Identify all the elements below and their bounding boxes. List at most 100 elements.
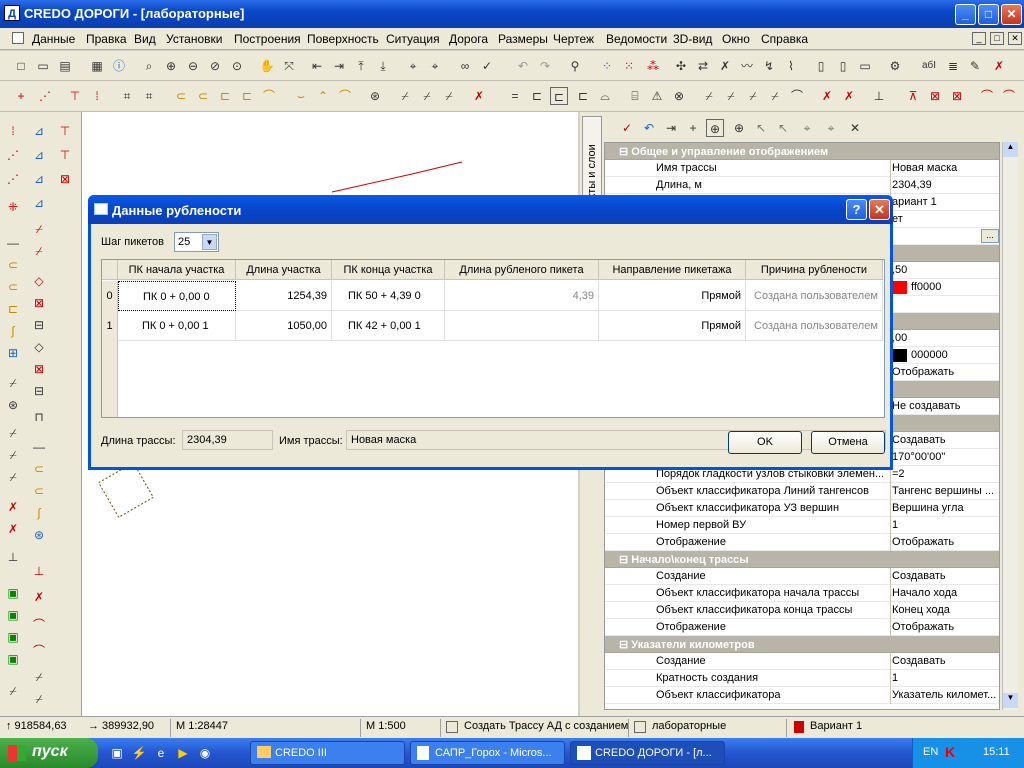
left-tool-35-icon[interactable]: ⊟ bbox=[30, 382, 48, 400]
language-indicator[interactable]: EN bbox=[923, 746, 938, 758]
property-value[interactable]: ff0000 bbox=[911, 281, 999, 293]
left-tool-7-icon[interactable]: ⊂ bbox=[4, 278, 22, 296]
point-table-icon[interactable]: ⊤ bbox=[66, 87, 84, 105]
tool-a-icon[interactable]: ⊼ bbox=[904, 87, 922, 105]
ie-icon[interactable]: e bbox=[152, 744, 170, 762]
left-tool-49-icon[interactable]: ⊤ bbox=[56, 146, 74, 164]
left-tool-21-icon[interactable]: ▣ bbox=[4, 628, 22, 646]
cell-pk-start[interactable]: ПК 0 + 0,00 0 bbox=[118, 281, 236, 311]
pan-icon[interactable]: ✋ bbox=[258, 57, 276, 75]
media-icon[interactable]: ▶ bbox=[174, 744, 192, 762]
arrow-left-icon[interactable]: ⇤ bbox=[308, 57, 326, 75]
col-header-pk-end[interactable]: ПК конца участка bbox=[332, 260, 445, 280]
left-tool-6-icon[interactable]: ⊂ bbox=[4, 256, 22, 274]
menu-3d[interactable]: 3D-вид bbox=[673, 32, 712, 46]
left-tool-41-icon[interactable]: ⊛ bbox=[30, 526, 48, 544]
menu-drawing[interactable]: Чертеж bbox=[553, 32, 594, 46]
task-credo-roads[interactable]: CREDO ДОРОГИ - [л... bbox=[570, 741, 725, 765]
left-tool-17-icon[interactable]: ✗ bbox=[4, 520, 22, 538]
col-header-direction[interactable]: Направление пикетажа bbox=[599, 260, 746, 280]
cell-direction[interactable]: Прямой bbox=[599, 311, 746, 341]
dialog-close-button[interactable]: ✕ bbox=[869, 199, 890, 220]
list-icon[interactable]: ≣ bbox=[944, 57, 962, 75]
menu-situation[interactable]: Ситуация bbox=[386, 32, 440, 46]
pin2-icon[interactable]: ⌖ bbox=[426, 57, 444, 75]
left-tool-31-icon[interactable]: ⊠ bbox=[30, 294, 48, 312]
property-group[interactable]: ⊟ Указатели километров bbox=[605, 636, 999, 653]
vertex-icon[interactable]: ⌗ bbox=[118, 87, 136, 105]
property-value[interactable]: 1 bbox=[892, 519, 999, 531]
chevron-down-icon[interactable]: ▼ bbox=[202, 234, 217, 250]
property-row[interactable]: Кратность создания 1 bbox=[605, 670, 999, 687]
property-value[interactable]: 2304,39 bbox=[892, 179, 999, 191]
left-tool-9-icon[interactable]: ∫ bbox=[4, 322, 22, 340]
left-tool-13-icon[interactable]: ⌿ bbox=[4, 424, 22, 442]
info-icon[interactable]: ⓘ bbox=[110, 57, 128, 75]
property-value[interactable]: Новая маска bbox=[892, 162, 999, 174]
draw2-icon[interactable]: ⌿ bbox=[722, 87, 740, 105]
curve2-icon[interactable]: ↯ bbox=[760, 57, 778, 75]
menu-dimensions[interactable]: Размеры bbox=[498, 32, 548, 46]
task-word[interactable]: САПР_Горох - Micros... bbox=[410, 741, 565, 765]
menu-edit[interactable]: Правка bbox=[86, 32, 127, 46]
property-value[interactable]: Создавать bbox=[892, 434, 999, 446]
help-button[interactable]: ? bbox=[846, 199, 867, 220]
vertical-scrollbar[interactable]: ▲ ▼ bbox=[1002, 142, 1018, 710]
left-tool-11-icon[interactable]: ⌿ bbox=[4, 374, 22, 392]
property-row[interactable]: Создание Создавать bbox=[605, 568, 999, 585]
left-tool-12-icon[interactable]: ⊛ bbox=[4, 396, 22, 414]
node3-icon[interactable]: ✗ bbox=[716, 57, 734, 75]
cell-cut-length[interactable]: 4,39 bbox=[445, 281, 599, 311]
zoom-window-icon[interactable]: ⌕ bbox=[140, 57, 158, 75]
curve-b-icon[interactable]: ⌃ bbox=[314, 87, 332, 105]
mdi-restore-icon[interactable]: □ bbox=[990, 32, 1004, 45]
left-tool-40-icon[interactable]: ∫ bbox=[30, 504, 48, 522]
property-value[interactable]: Указатель километ... bbox=[892, 689, 999, 701]
cancel-button[interactable]: Отмена bbox=[811, 431, 885, 454]
property-value[interactable]: Отображать bbox=[892, 621, 999, 633]
quicklaunch-icon-2[interactable]: ⚡ bbox=[130, 744, 148, 762]
menu-build[interactable]: Построения bbox=[234, 32, 301, 46]
snap-icon[interactable]: ⁘ bbox=[598, 57, 616, 75]
maximize-button[interactable]: □ bbox=[978, 4, 999, 25]
col-header-length[interactable]: Длина участка bbox=[236, 260, 332, 280]
property-row[interactable]: Объект классификатора начала трассы Начал… bbox=[605, 585, 999, 602]
property-row[interactable]: Длина, м 2304,39 bbox=[605, 177, 999, 194]
edit-icon[interactable]: ✎ bbox=[966, 57, 984, 75]
draw-icon[interactable]: ⌿ bbox=[700, 87, 718, 105]
mdi-close-icon[interactable]: ✕ bbox=[1008, 32, 1022, 45]
left-tool-18-icon[interactable]: ⊥ bbox=[4, 548, 22, 566]
sign3-icon[interactable]: ⊗ bbox=[670, 87, 688, 105]
undo-icon[interactable]: ↶ bbox=[514, 57, 532, 75]
zoom-in-icon[interactable]: ⊕ bbox=[162, 57, 180, 75]
property-value[interactable]: 1 bbox=[892, 672, 999, 684]
left-tool-37-icon[interactable]: — bbox=[30, 438, 48, 456]
tool-c-icon[interactable]: ⊠ bbox=[948, 87, 966, 105]
sign2-icon[interactable]: ⚠ bbox=[648, 87, 666, 105]
menu-reports[interactable]: Ведомости bbox=[606, 32, 667, 46]
point-add-icon[interactable]: + bbox=[12, 87, 30, 105]
left-tool-48-icon[interactable]: ⊤ bbox=[56, 122, 74, 140]
x-icon[interactable]: ✗ bbox=[818, 87, 836, 105]
property-value[interactable]: 000000 bbox=[911, 349, 999, 361]
fit-icon[interactable]: ⤧ bbox=[280, 57, 298, 75]
menu-road[interactable]: Дорога bbox=[449, 32, 488, 46]
property-row[interactable]: Номер первой ВУ 1 bbox=[605, 517, 999, 534]
vertex2-icon[interactable]: ⌗ bbox=[140, 87, 158, 105]
left-tool-8-icon[interactable]: ⊏ bbox=[4, 300, 22, 318]
bracket-icon[interactable]: ⊏ bbox=[528, 87, 546, 105]
property-value[interactable]: =2 bbox=[892, 468, 999, 480]
cross-icon[interactable]: ✗ bbox=[470, 87, 488, 105]
line-edit3-icon[interactable]: ⌿ bbox=[440, 87, 458, 105]
property-value[interactable]: Тангенс вершины ... bbox=[892, 485, 999, 497]
arc4-icon[interactable]: ⊏ bbox=[238, 87, 256, 105]
save-icon[interactable]: ▤ bbox=[56, 57, 74, 75]
left-tool-16-icon[interactable]: ✗ bbox=[4, 498, 22, 516]
cell-length[interactable]: 1050,00 bbox=[236, 311, 332, 341]
cell-reason[interactable]: Создана пользователем bbox=[746, 281, 883, 311]
property-value[interactable]: Отображать bbox=[892, 366, 999, 378]
left-tool-24-icon[interactable]: ⊿ bbox=[30, 122, 48, 140]
left-tool-15-icon[interactable]: ⌿ bbox=[4, 468, 22, 486]
arrow-up-icon[interactable]: ⤒ bbox=[352, 57, 370, 75]
arc-icon[interactable]: ⊂ bbox=[172, 87, 190, 105]
